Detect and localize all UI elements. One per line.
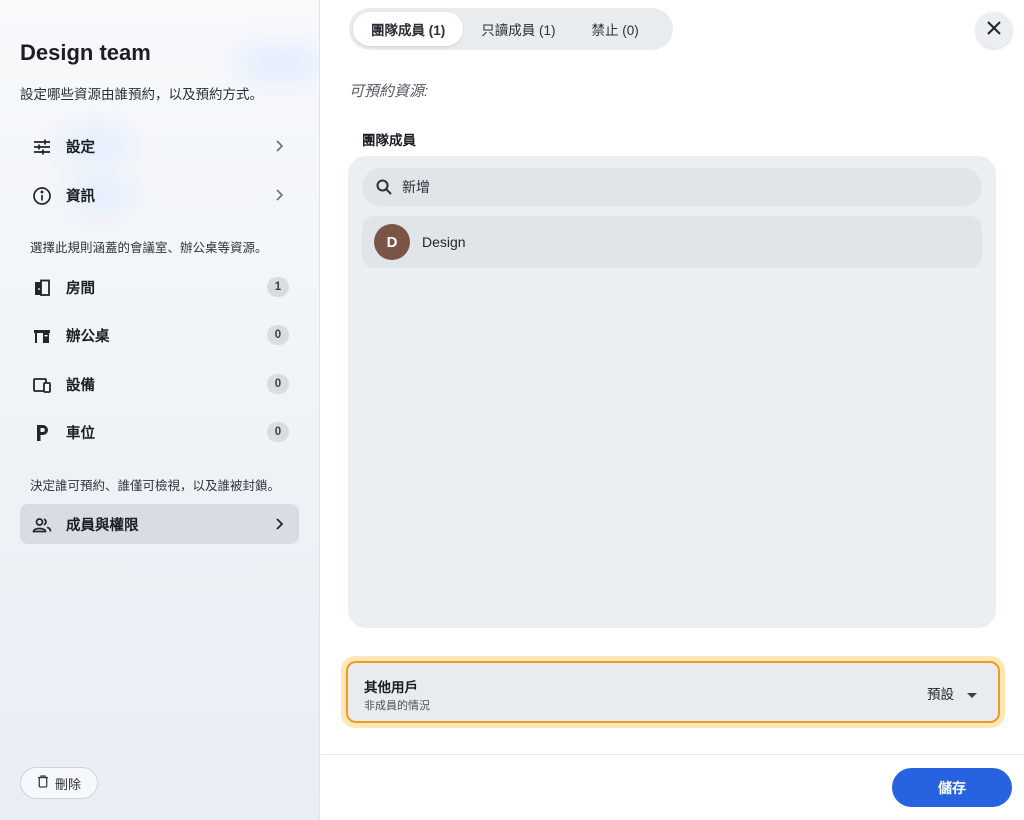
tab-bar: 團隊成員 (1) 只讀成員 (1) 禁止 (0): [349, 8, 673, 50]
tab-read-only-members[interactable]: 只讀成員 (1): [463, 12, 573, 46]
other-users-value: 預設: [927, 687, 954, 702]
info-icon: [31, 185, 52, 206]
section-title: 可預約資源:: [349, 83, 429, 100]
sliders-icon: [31, 136, 52, 157]
sidebar-item-label: 設定: [66, 139, 95, 156]
delete-button[interactable]: 刪除: [20, 767, 98, 799]
people-icon: [31, 514, 52, 535]
other-users-subtitle: 非成員的情況: [364, 700, 430, 712]
sidebar-item-label: 辦公桌: [66, 328, 110, 345]
sidebar-item-label: 資訊: [66, 188, 95, 205]
footer-divider: [321, 754, 1024, 755]
search-icon: [375, 178, 393, 196]
page-title: Design team: [20, 40, 151, 65]
avatar: D: [374, 224, 410, 260]
sidebar: Design team 設定哪些資源由誰預約，以及預約方式。 設定 資訊 選擇此…: [0, 0, 320, 820]
tab-blocked[interactable]: 禁止 (0): [574, 12, 657, 46]
sidebar-item-label: 成員與權限: [66, 517, 139, 534]
other-users-title: 其他用戶: [364, 680, 418, 695]
member-name: Design: [422, 234, 466, 250]
background-blur: [240, 48, 319, 78]
main-panel: 團隊成員 (1) 只讀成員 (1) 禁止 (0) 可預約資源: 團隊成員 D D…: [321, 0, 1024, 820]
search-input[interactable]: [402, 168, 962, 206]
chevron-right-icon: [271, 516, 287, 532]
sidebar-item-devices[interactable]: 設備 0: [20, 364, 299, 404]
devices-icon: [31, 374, 52, 395]
page-subtitle: 設定哪些資源由誰預約，以及預約方式。: [20, 87, 263, 102]
sidebar-item-label: 車位: [66, 425, 95, 442]
access-note: 決定誰可預約、誰僅可檢視，以及誰被封鎖。: [30, 479, 281, 493]
close-button[interactable]: [976, 12, 1012, 48]
count-badge: 1: [267, 277, 289, 297]
member-list-panel: D Design: [348, 156, 996, 628]
count-badge: 0: [267, 374, 289, 394]
caret-down-icon: [966, 687, 978, 698]
sidebar-item-settings[interactable]: 設定: [20, 126, 299, 166]
sidebar-item-desks[interactable]: 辦公桌 0: [20, 315, 299, 355]
parking-icon: [31, 422, 52, 443]
count-badge: 0: [267, 422, 289, 442]
other-users-select[interactable]: 其他用戶 非成員的情況 預設: [346, 661, 1000, 723]
sidebar-item-rooms[interactable]: 房間 1: [20, 267, 299, 307]
sidebar-item-label: 設備: [66, 377, 95, 394]
member-row[interactable]: D Design: [362, 216, 982, 268]
sidebar-item-info[interactable]: 資訊: [20, 175, 299, 215]
sidebar-item-label: 房間: [66, 280, 95, 297]
count-badge: 0: [267, 325, 289, 345]
add-member-search[interactable]: [362, 168, 982, 206]
sidebar-item-parking[interactable]: 車位 0: [20, 412, 299, 452]
other-users-highlight: 其他用戶 非成員的情況 預設: [341, 656, 1005, 728]
sidebar-item-members-permissions[interactable]: 成員與權限: [20, 504, 299, 544]
chevron-right-icon: [271, 187, 287, 203]
close-icon: [986, 20, 1002, 41]
save-button[interactable]: 儲存: [892, 768, 1012, 807]
chevron-right-icon: [271, 138, 287, 154]
delete-label: 刪除: [54, 776, 81, 792]
resources-note: 選擇此規則涵蓋的會議室、辦公桌等資源。: [30, 241, 268, 255]
group-label: 團隊成員: [362, 133, 416, 148]
tab-team-members[interactable]: 團隊成員 (1): [353, 12, 464, 46]
trash-icon: [37, 775, 49, 791]
desk-icon: [31, 325, 52, 346]
door-icon: [31, 277, 52, 298]
